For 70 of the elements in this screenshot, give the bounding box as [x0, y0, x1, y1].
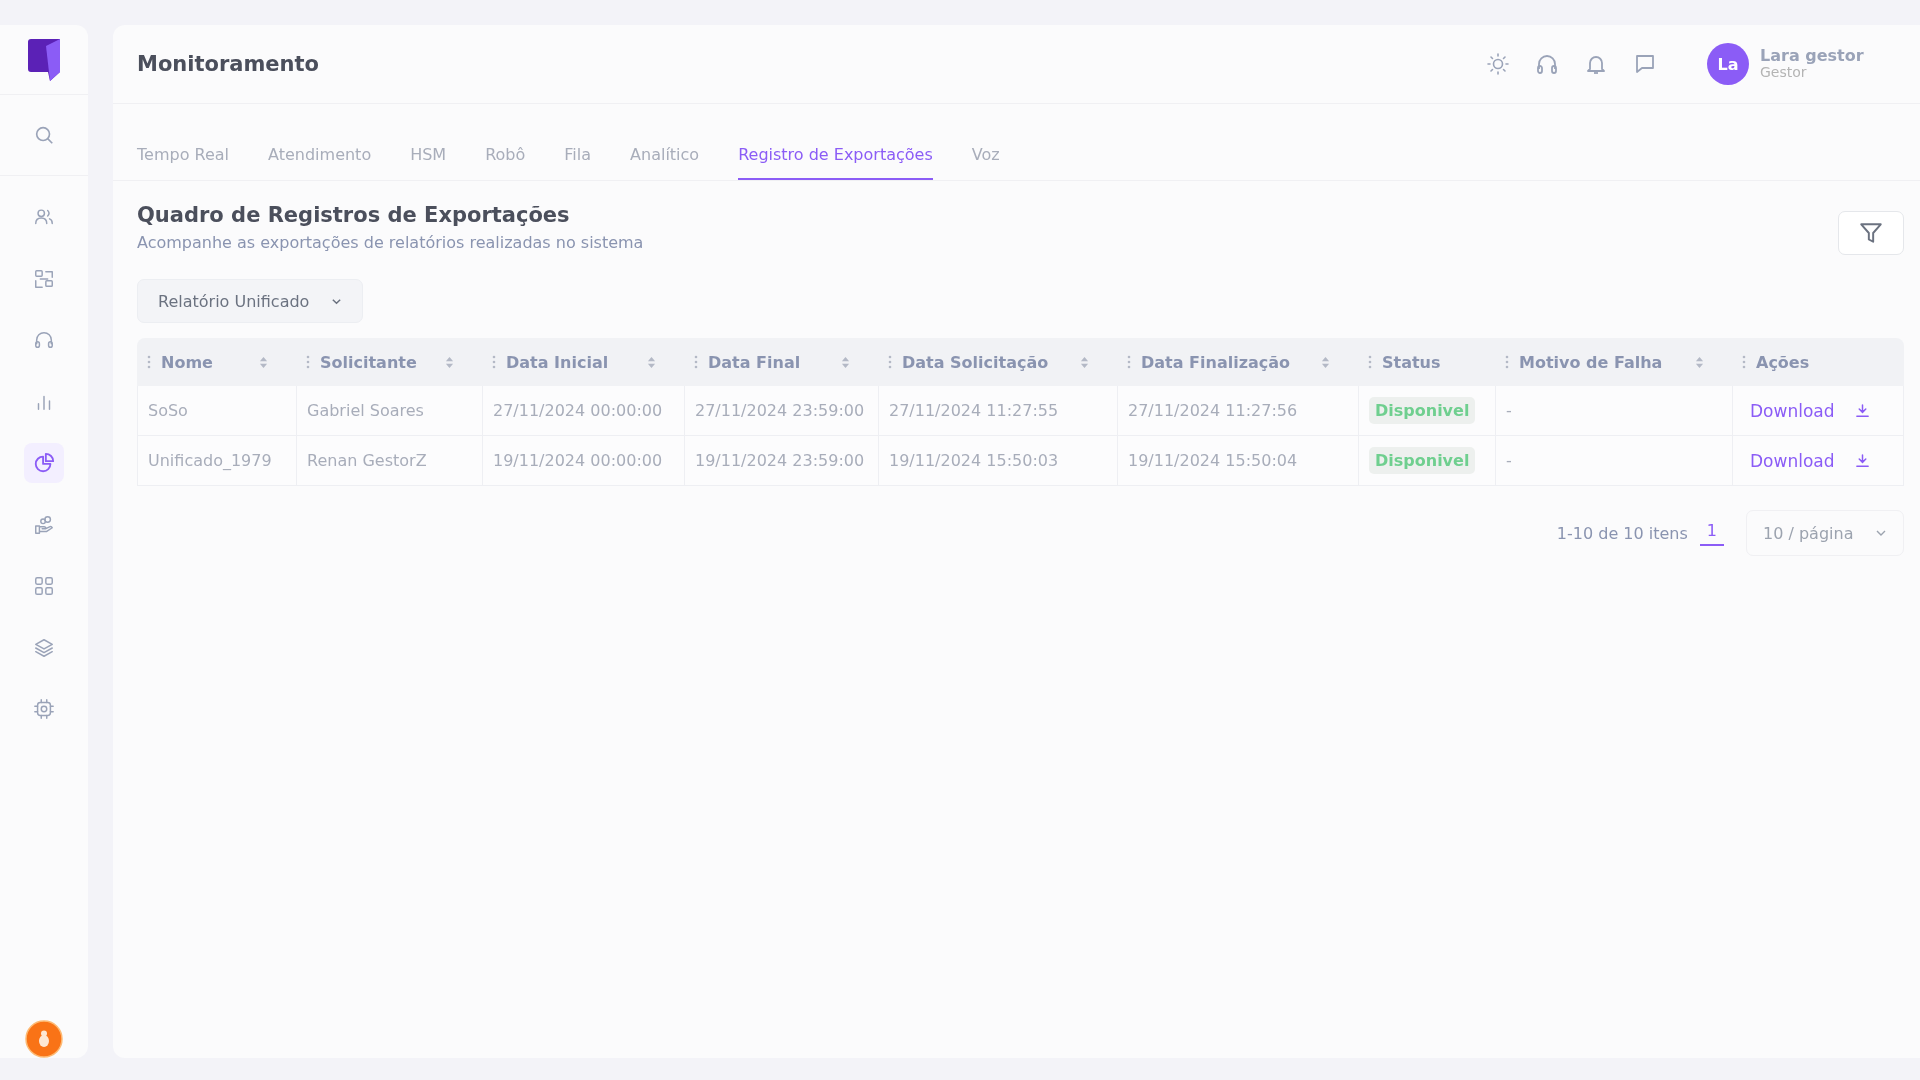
bug-avatar-icon[interactable]: [25, 1020, 63, 1058]
drag-handle-icon[interactable]: [694, 355, 698, 369]
section-subtitle: Acompanhe as exportações de relatórios realizadas no sistema: [137, 233, 644, 252]
user-name: Lara gestor: [1760, 48, 1865, 66]
tab[interactable]: Atendimento: [268, 145, 372, 180]
search-icon[interactable]: [33, 124, 55, 146]
status-badge: Disponivel: [1369, 397, 1476, 424]
sort-icon[interactable]: [445, 355, 454, 369]
report-select[interactable]: Relatório Unificado: [137, 279, 364, 323]
sun-icon[interactable]: [1486, 52, 1510, 76]
page-button[interactable]: 1: [1699, 520, 1724, 546]
column-header[interactable]: Data Finalização: [1117, 338, 1358, 386]
status-badge: Disponivel: [1369, 447, 1476, 474]
drag-handle-icon[interactable]: [1127, 355, 1131, 369]
sort-icon[interactable]: [259, 355, 268, 369]
tab[interactable]: Analítico: [630, 145, 700, 180]
table-cell: Renan GestorZ: [296, 436, 482, 486]
column-header[interactable]: Data Final: [684, 338, 878, 386]
table-cell: 19/11/2024 15:50:03: [878, 436, 1117, 486]
logo-icon: [26, 38, 62, 82]
pie-icon[interactable]: [24, 443, 64, 483]
sort-icon[interactable]: [1321, 355, 1330, 369]
section-title: Quadro de Registros de Exportações: [137, 203, 571, 227]
table-cell: 27/11/2024 23:59:00: [684, 386, 878, 436]
drag-handle-icon[interactable]: [888, 355, 892, 369]
table-cell: Unificado_1979: [137, 436, 296, 486]
page-size-select[interactable]: 10 / página: [1746, 510, 1904, 556]
table-cell: Gabriel Soares: [296, 386, 482, 436]
table-cell: 19/11/2024 23:59:00: [684, 436, 878, 486]
drag-handle-icon[interactable]: [147, 355, 151, 369]
chat-icon[interactable]: [1633, 52, 1657, 76]
sort-icon[interactable]: [647, 355, 656, 369]
column-header[interactable]: Ações: [1732, 338, 1904, 386]
drag-handle-icon[interactable]: [306, 355, 310, 369]
column-header[interactable]: Data Inicial: [482, 338, 684, 386]
drag-handle-icon[interactable]: [1368, 355, 1372, 369]
column-header[interactable]: Solicitante: [296, 338, 482, 386]
sort-icon[interactable]: [841, 355, 850, 369]
download-icon[interactable]: [1854, 403, 1870, 418]
tab[interactable]: HSM: [410, 145, 447, 180]
tab[interactable]: Registro de Exportações: [738, 145, 933, 180]
column-header[interactable]: Status: [1358, 338, 1495, 386]
drag-handle-icon[interactable]: [1742, 355, 1746, 369]
tab[interactable]: Tempo Real: [137, 145, 229, 180]
table-cell: -: [1495, 436, 1732, 486]
sort-icon[interactable]: [1695, 355, 1704, 369]
tab[interactable]: Robô: [485, 145, 526, 180]
page-title: Monitoramento: [137, 52, 320, 76]
tab[interactable]: Voz: [971, 145, 1000, 180]
column-header[interactable]: Nome: [137, 338, 296, 386]
download-icon[interactable]: [1854, 453, 1870, 468]
headset-icon[interactable]: [1535, 52, 1559, 76]
filter-icon[interactable]: [1858, 220, 1884, 246]
table-cell: 27/11/2024 11:27:56: [1117, 386, 1358, 436]
table-cell: 19/11/2024 15:50:04: [1117, 436, 1358, 486]
column-header[interactable]: Motivo de Falha: [1495, 338, 1732, 386]
tab[interactable]: Fila: [564, 145, 592, 180]
user-avatar[interactable]: La: [1707, 43, 1749, 85]
drag-handle-icon[interactable]: [492, 355, 496, 369]
column-header[interactable]: Data Solicitação: [878, 338, 1117, 386]
table-cell: 27/11/2024 00:00:00: [482, 386, 684, 436]
table-cell: SoSo: [137, 386, 296, 436]
drag-handle-icon[interactable]: [1505, 355, 1509, 369]
table-cell: 27/11/2024 11:27:55: [878, 386, 1117, 436]
pagination-summary: 1-10 de 10 itens: [1556, 523, 1688, 543]
table-cell: -: [1495, 386, 1732, 436]
user-role: Gestor: [1760, 65, 1808, 80]
table-cell: 19/11/2024 00:00:00: [482, 436, 684, 486]
filter-button[interactable]: [1838, 211, 1904, 255]
sort-icon[interactable]: [1080, 355, 1089, 369]
